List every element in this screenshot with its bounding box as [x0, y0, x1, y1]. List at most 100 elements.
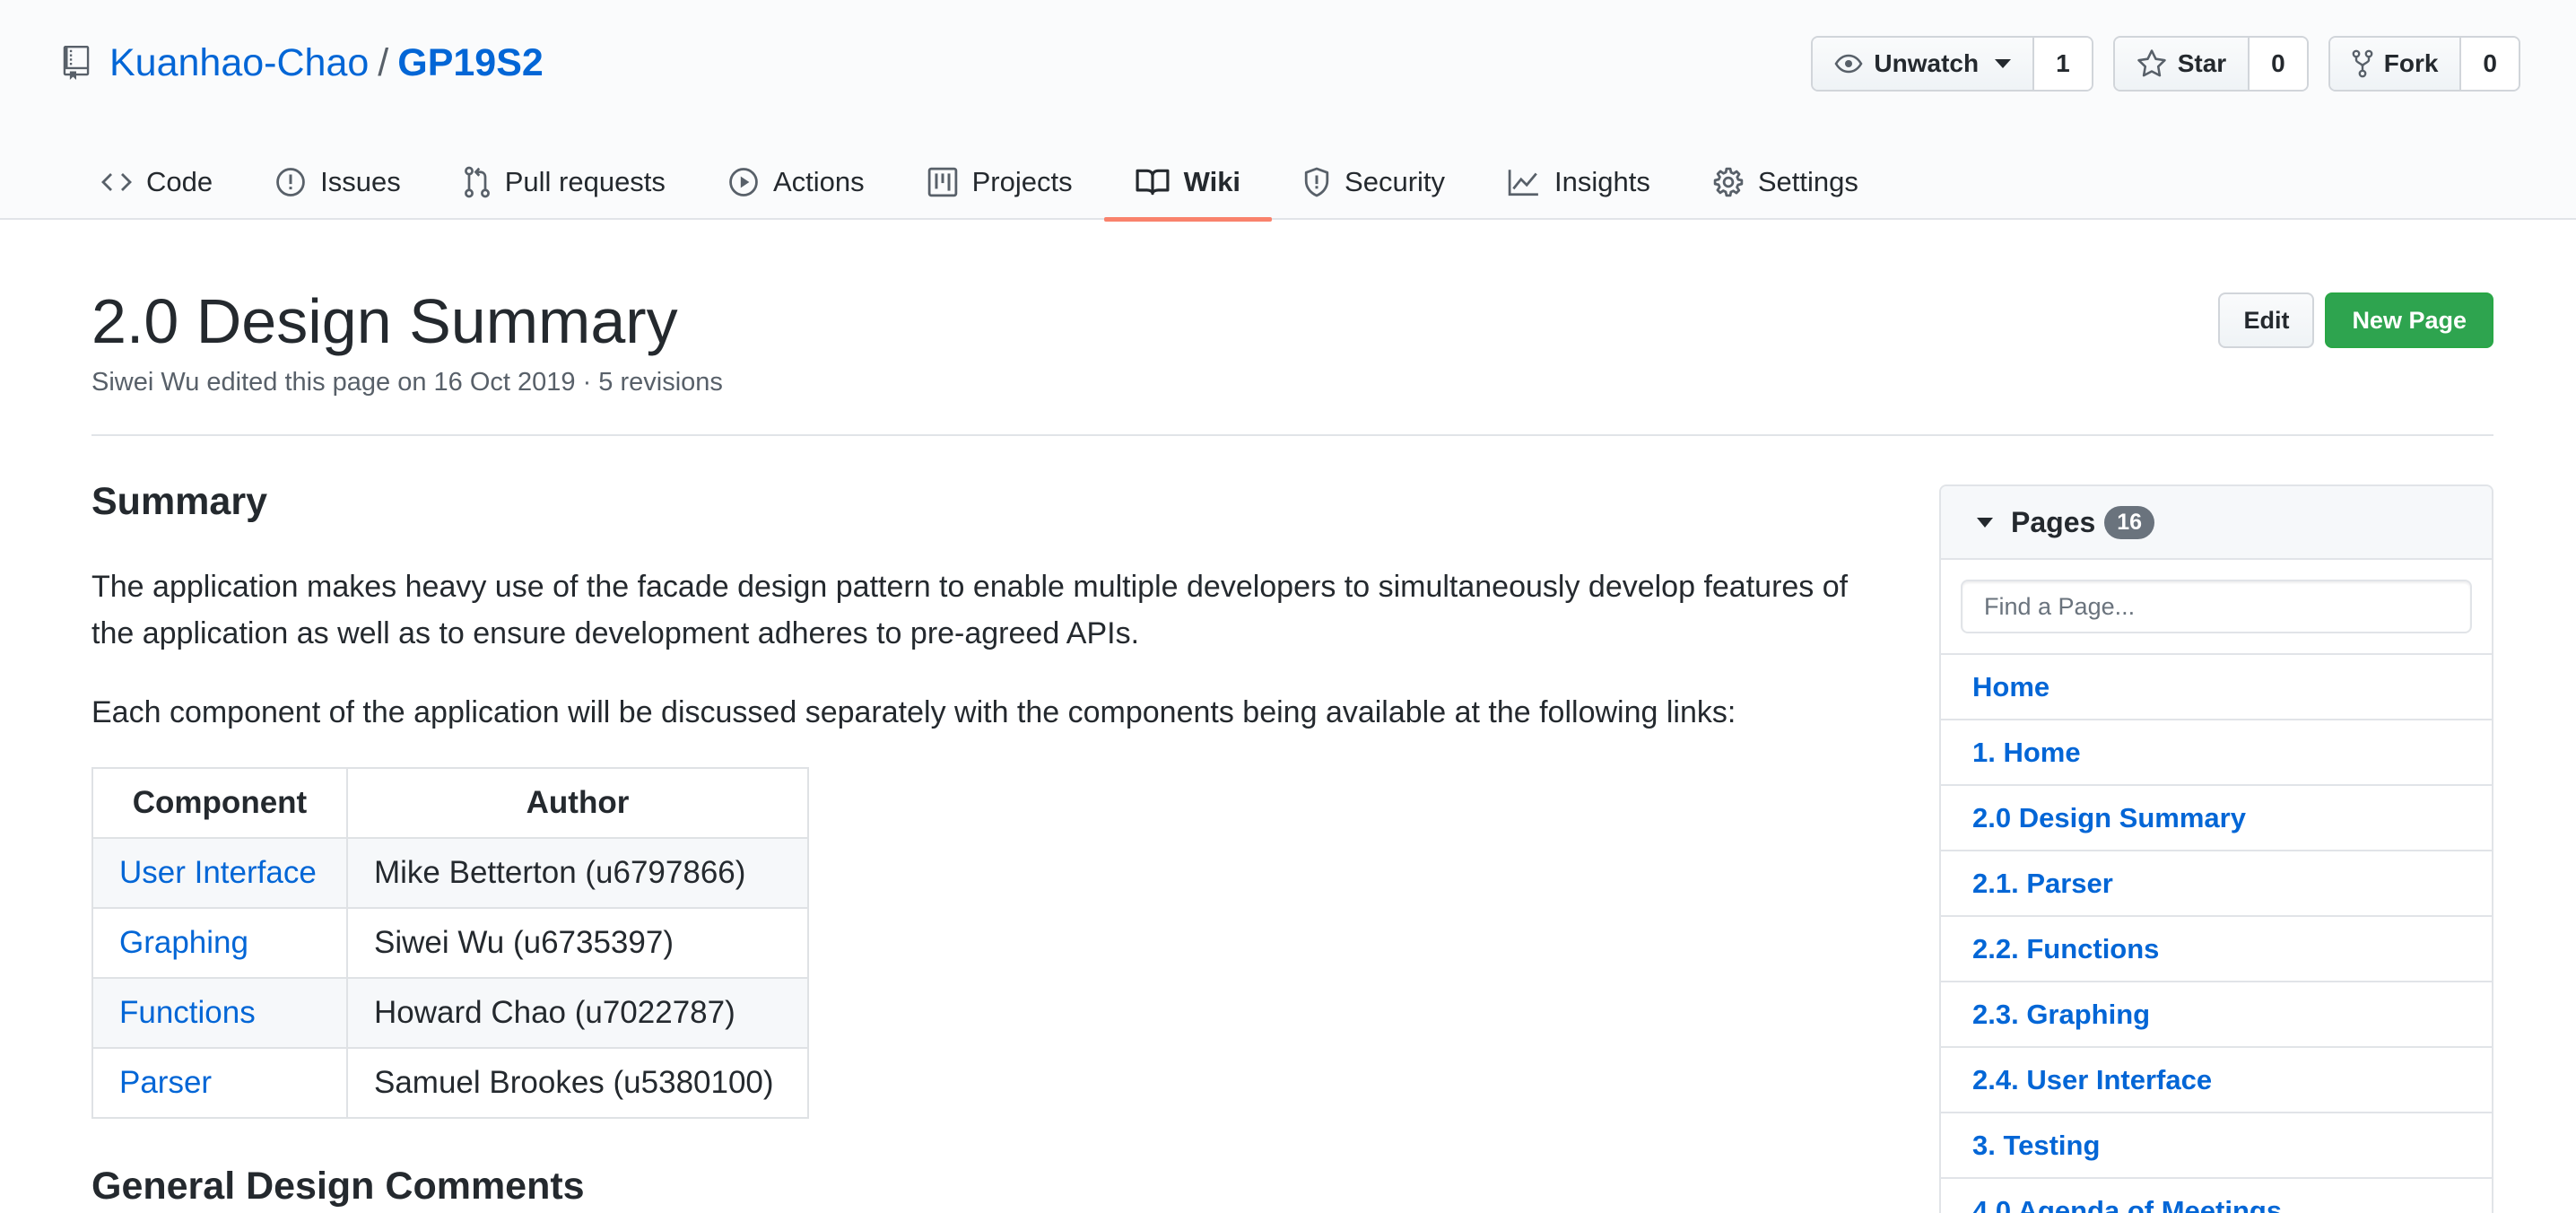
tab-actions[interactable]: Actions — [697, 144, 896, 220]
page-filter — [1941, 560, 2492, 655]
sidebar-page-item: 2.4. User Interface — [1941, 1048, 2492, 1113]
table-row: Functions Howard Chao (u7022787) — [91, 977, 809, 1049]
new-page-button[interactable]: New Page — [2325, 292, 2493, 348]
tab-security-label: Security — [1345, 165, 1446, 197]
repo-nav-tabs: Code Issues Pull requests Actions Projec… — [70, 144, 1890, 222]
pull-request-icon — [464, 166, 490, 197]
wiki-content: Summary — [91, 480, 1885, 524]
summary-heading: Summary — [91, 480, 267, 523]
sidebar-page-link[interactable]: 2.0 Design Summary — [1972, 802, 2246, 834]
sidebar-page-item: Home — [1941, 655, 2492, 720]
code-icon — [101, 172, 132, 191]
tab-pull-requests[interactable]: Pull requests — [432, 144, 697, 220]
sidebar-page-link[interactable]: 1. Home — [1972, 737, 2081, 769]
sidebar-page-link[interactable]: Home — [1972, 671, 2049, 703]
page-head-divider — [91, 434, 2493, 436]
sidebar-page-item: 3. Testing — [1941, 1113, 2492, 1179]
sidebar-page-link[interactable]: 4.0 Agenda of Meetings — [1972, 1195, 2282, 1213]
tab-wiki-label: Wiki — [1183, 165, 1241, 197]
stargazers-count[interactable]: 0 — [2248, 38, 2307, 90]
sidebar-page-item: 2.1. Parser — [1941, 851, 2492, 917]
wiki-pages-sidebar: Pages 16 Home 1. Home 2.0 Design Summary… — [1939, 484, 2493, 1213]
sidebar-page-link[interactable]: 2.3. Graphing — [1972, 999, 2150, 1031]
table-cell-author: Siwei Wu (u6735397) — [346, 907, 809, 979]
repo-actions: Unwatch 1 Star 0 Fork 0 — [1791, 36, 2520, 92]
triangle-down-icon — [1977, 517, 1993, 528]
repo-owner-link[interactable]: Kuanhao-Chao — [109, 41, 369, 85]
component-link-graphing[interactable]: Graphing — [119, 925, 248, 960]
general-design-heading: General Design Comments — [91, 1165, 585, 1208]
table-row: User Interface Mike Betterton (u6797866) — [91, 837, 809, 909]
star-icon — [2137, 49, 2166, 77]
tab-insights[interactable]: Insights — [1476, 144, 1682, 220]
table-header-component: Component — [91, 767, 348, 839]
sidebar-page-item: 2.3. Graphing — [1941, 982, 2492, 1048]
summary-paragraph: The application makes heavy use of the f… — [91, 570, 1849, 650]
table-cell-component: Graphing — [91, 907, 348, 979]
table-cell-author: Mike Betterton (u6797866) — [346, 837, 809, 909]
fork-button-group: Fork 0 — [2328, 36, 2520, 92]
component-link-parser[interactable]: Parser — [119, 1065, 212, 1100]
project-icon — [927, 167, 957, 196]
issue-icon — [276, 167, 305, 196]
fork-icon — [2352, 49, 2373, 78]
fork-button[interactable]: Fork — [2329, 38, 2460, 90]
tab-settings[interactable]: Settings — [1682, 144, 1890, 220]
sidebar-page-item: 1. Home — [1941, 720, 2492, 786]
pages-toggle[interactable]: Pages 16 — [1941, 486, 2492, 560]
tab-code[interactable]: Code — [70, 144, 244, 220]
chevron-down-icon — [1995, 59, 2012, 68]
sidebar-page-item: 2.2. Functions — [1941, 917, 2492, 982]
sidebar-page-link[interactable]: 3. Testing — [1972, 1130, 2100, 1162]
table-cell-component: Parser — [91, 1047, 348, 1119]
tab-settings-label: Settings — [1757, 165, 1858, 197]
component-link-functions[interactable]: Functions — [119, 995, 256, 1030]
edit-button[interactable]: Edit — [2218, 292, 2315, 348]
tab-wiki[interactable]: Wiki — [1103, 144, 1273, 222]
table-row: Parser Samuel Brookes (u5380100) — [91, 1047, 809, 1119]
sidebar-page-link[interactable]: 2.2. Functions — [1972, 933, 2159, 965]
book-icon — [1136, 169, 1170, 195]
table-cell-component: User Interface — [91, 837, 348, 909]
sidebar-page-item: 2.0 Design Summary — [1941, 786, 2492, 851]
pages-title: Pages — [2011, 505, 2096, 538]
table-row: Graphing Siwei Wu (u6735397) — [91, 907, 809, 979]
table-header-author: Author — [346, 767, 809, 839]
eye-icon — [1834, 54, 1863, 74]
forks-count[interactable]: 0 — [2459, 38, 2519, 90]
tab-code-label: Code — [146, 165, 213, 197]
page-edit-meta: Siwei Wu edited this page on 16 Oct 2019… — [91, 368, 723, 397]
page-head-actions: Edit New Page — [2218, 292, 2493, 348]
repo-title: Kuanhao-Chao / GP19S2 — [63, 36, 544, 90]
tab-insights-label: Insights — [1554, 165, 1650, 197]
components-table: Component Author User Interface Mike Bet… — [91, 767, 809, 1119]
tab-security[interactable]: Security — [1272, 144, 1476, 220]
sidebar-page-link[interactable]: 2.1. Parser — [1972, 868, 2113, 900]
components-intro-paragraph: Each component of the application will b… — [91, 695, 1736, 729]
component-link-user-interface[interactable]: User Interface — [119, 855, 317, 890]
star-label: Star — [2177, 49, 2227, 77]
tab-issues-label: Issues — [320, 165, 401, 197]
unwatch-button[interactable]: Unwatch — [1813, 38, 2033, 90]
repo-name-link[interactable]: GP19S2 — [397, 41, 544, 85]
sidebar-page-item: 4.0 Agenda of Meetings — [1941, 1179, 2492, 1213]
star-button[interactable]: Star — [2114, 38, 2249, 90]
watchers-count[interactable]: 1 — [2032, 38, 2092, 90]
table-cell-author: Samuel Brookes (u5380100) — [346, 1047, 809, 1119]
sidebar-page-link[interactable]: 2.4. User Interface — [1972, 1064, 2212, 1096]
table-header-row: Component Author — [91, 767, 809, 839]
tab-projects-label: Projects — [971, 165, 1073, 197]
repo-icon — [63, 46, 90, 80]
tab-issues[interactable]: Issues — [244, 144, 432, 220]
graph-icon — [1508, 169, 1538, 196]
pages-count-badge: 16 — [2104, 505, 2155, 539]
gear-icon — [1713, 167, 1744, 196]
shield-icon — [1304, 167, 1329, 196]
star-button-group: Star 0 — [2112, 36, 2309, 92]
tab-actions-label: Actions — [772, 165, 865, 197]
find-page-input[interactable] — [1961, 580, 2472, 633]
tab-projects[interactable]: Projects — [896, 144, 1104, 220]
table-cell-author: Howard Chao (u7022787) — [346, 977, 809, 1049]
watch-button-group: Unwatch 1 — [1811, 36, 2093, 92]
fork-label: Fork — [2383, 49, 2439, 77]
